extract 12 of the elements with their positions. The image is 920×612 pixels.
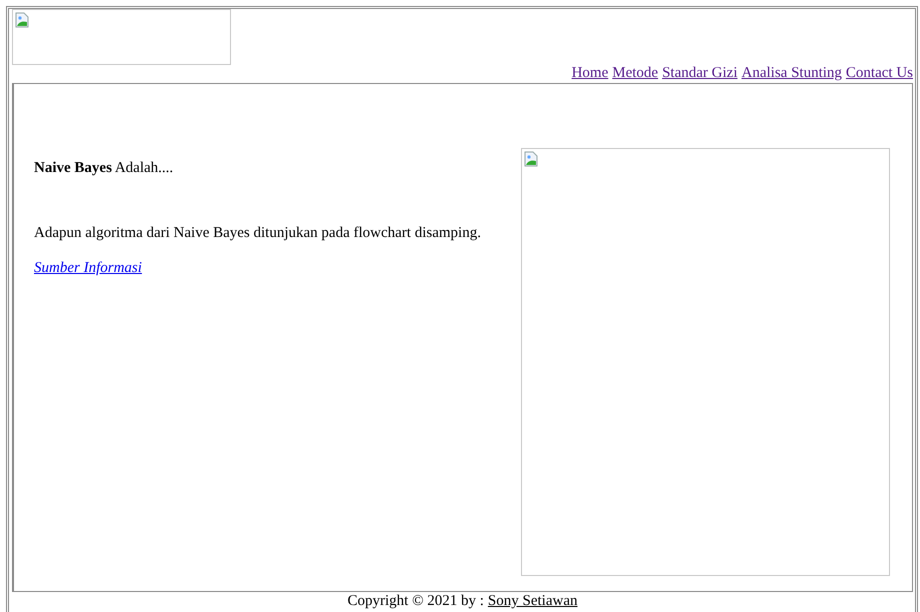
author-link[interactable]: Sony Setiawan	[488, 593, 578, 610]
nav-link[interactable]: Standar Gizi	[662, 65, 738, 82]
nav-link[interactable]: Contact Us	[846, 65, 913, 82]
nav-link[interactable]: Home	[572, 65, 608, 82]
broken-image-icon	[15, 12, 29, 28]
nav-link[interactable]: Analisa Stunting	[742, 65, 842, 82]
broken-image-icon	[524, 151, 538, 167]
source-link[interactable]: Sumber Informasi	[34, 260, 142, 276]
paragraph-text: Adapun algoritma dari Naive Bayes ditunjukan pada flowchart disamping.	[34, 225, 482, 242]
nav-link[interactable]: Metode	[612, 65, 658, 82]
intro-text: Naive Bayes Adalah....	[34, 160, 174, 177]
copyright-text: Copyright © 2021 by :	[348, 593, 484, 610]
